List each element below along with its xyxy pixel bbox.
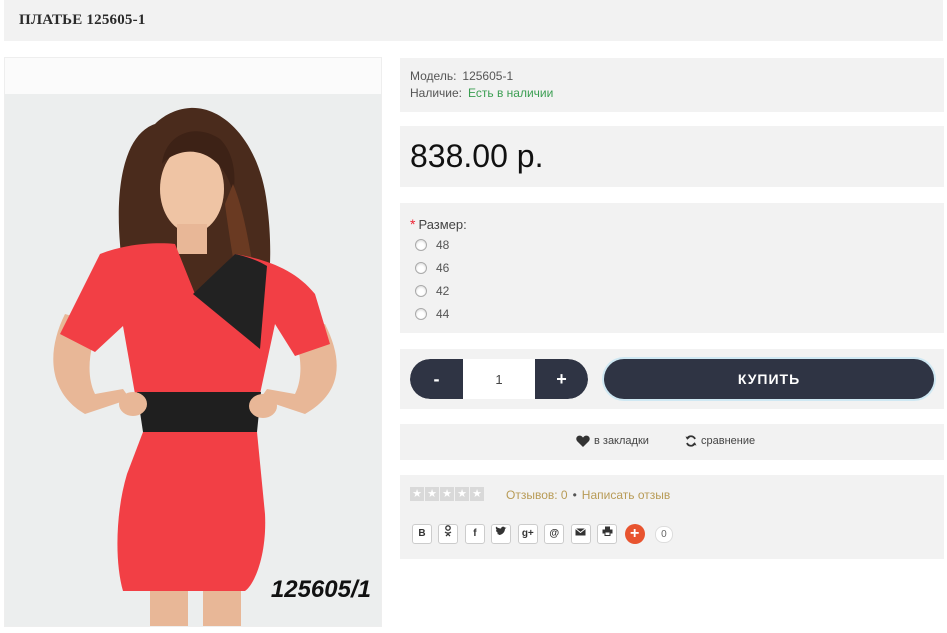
- product-info-panel: Модель: 125605-1 Наличие: Есть в наличии: [400, 58, 944, 112]
- product-photo-code: 125605/1: [270, 576, 371, 603]
- size-label: * Размер:: [410, 216, 467, 232]
- size-label-text: Размер:: [418, 217, 467, 232]
- stock-status: Есть в наличии: [468, 86, 554, 100]
- model-value: 125605-1: [462, 69, 514, 83]
- size-option-44[interactable]: 44: [415, 306, 449, 322]
- print-share-button[interactable]: [597, 524, 618, 544]
- reviews-count-link[interactable]: Отзывов: 0: [506, 488, 568, 502]
- compare-label: сравнение: [701, 435, 756, 447]
- reviews-share-panel: ★ ★ ★ ★ ★ Отзывов: 0 • Написать отзыв B f g+ @…: [400, 475, 944, 559]
- size-option-42[interactable]: 42: [415, 283, 449, 299]
- size-option-48[interactable]: 48: [415, 237, 449, 253]
- stock-label: Наличие:: [410, 86, 463, 100]
- star-icon: ★: [425, 487, 439, 501]
- wishlist-compare-panel: в закладки сравнение: [400, 424, 944, 460]
- star-icon: ★: [455, 487, 469, 501]
- size-options-panel: * Размер: 48 46 42 44: [400, 203, 944, 333]
- required-mark: *: [410, 216, 416, 232]
- product-image-frame[interactable]: 125605/1: [4, 57, 382, 627]
- quantity-decrease-button[interactable]: -: [410, 359, 463, 399]
- quantity-increase-button[interactable]: +: [535, 359, 588, 399]
- product-photo-illustration: [5, 94, 381, 626]
- email-share-button[interactable]: [570, 524, 591, 544]
- odnoklassniki-icon: [445, 525, 452, 537]
- size-option-46[interactable]: 46: [415, 260, 449, 276]
- google-plus-share-button[interactable]: g+: [517, 524, 538, 544]
- model-row: Модель: 125605-1: [410, 69, 513, 83]
- add-to-compare-button[interactable]: сравнение: [685, 435, 755, 447]
- quantity-stepper: - +: [410, 359, 588, 399]
- star-icon: ★: [470, 487, 484, 501]
- share-buttons: B f g+ @ + 0: [412, 524, 673, 544]
- size-option-label: 46: [436, 261, 450, 275]
- mailru-share-button[interactable]: @: [544, 524, 565, 544]
- quantity-input[interactable]: [463, 359, 535, 399]
- size-radio-48[interactable]: [415, 238, 427, 251]
- product-image[interactable]: 125605/1: [5, 94, 381, 626]
- size-option-label: 48: [436, 238, 450, 252]
- stock-row: Наличие: Есть в наличии: [410, 86, 553, 100]
- price-panel: 838.00 р.: [400, 126, 944, 187]
- model-label: Модель:: [410, 69, 457, 83]
- facebook-share-button[interactable]: f: [464, 524, 485, 544]
- share-count: 0: [655, 525, 673, 543]
- star-icon: ★: [410, 487, 424, 501]
- print-icon: [602, 526, 613, 536]
- review-links: Отзывов: 0 • Написать отзыв: [506, 488, 670, 502]
- buy-button[interactable]: КУПИТЬ: [604, 359, 934, 399]
- page-title: ПЛАТЬЕ 125605-1: [19, 12, 146, 28]
- odnoklassniki-share-button[interactable]: [438, 524, 459, 544]
- twitter-icon: [495, 526, 507, 536]
- product-price: 838.00 р.: [410, 138, 544, 174]
- page-title-bar: ПЛАТЬЕ 125605-1: [4, 0, 943, 41]
- write-review-link[interactable]: Написать отзыв: [582, 488, 670, 502]
- refresh-icon: [685, 435, 697, 447]
- rating-stars: ★ ★ ★ ★ ★: [410, 487, 485, 505]
- twitter-share-button[interactable]: [491, 524, 512, 544]
- size-option-label: 42: [436, 284, 450, 298]
- heart-icon: [576, 435, 590, 448]
- wishlist-label: в закладки: [594, 435, 649, 447]
- more-share-button[interactable]: +: [624, 524, 645, 544]
- mail-icon: [575, 528, 587, 536]
- separator-dot: •: [572, 488, 577, 502]
- size-radio-46[interactable]: [415, 261, 427, 274]
- size-radio-42[interactable]: [415, 284, 427, 297]
- add-to-cart-panel: - + КУПИТЬ: [400, 349, 944, 409]
- vk-share-button[interactable]: B: [412, 524, 432, 544]
- size-option-label: 44: [436, 307, 450, 321]
- size-radio-44[interactable]: [415, 307, 427, 320]
- star-icon: ★: [440, 487, 454, 501]
- add-to-wishlist-button[interactable]: в закладки: [576, 435, 649, 448]
